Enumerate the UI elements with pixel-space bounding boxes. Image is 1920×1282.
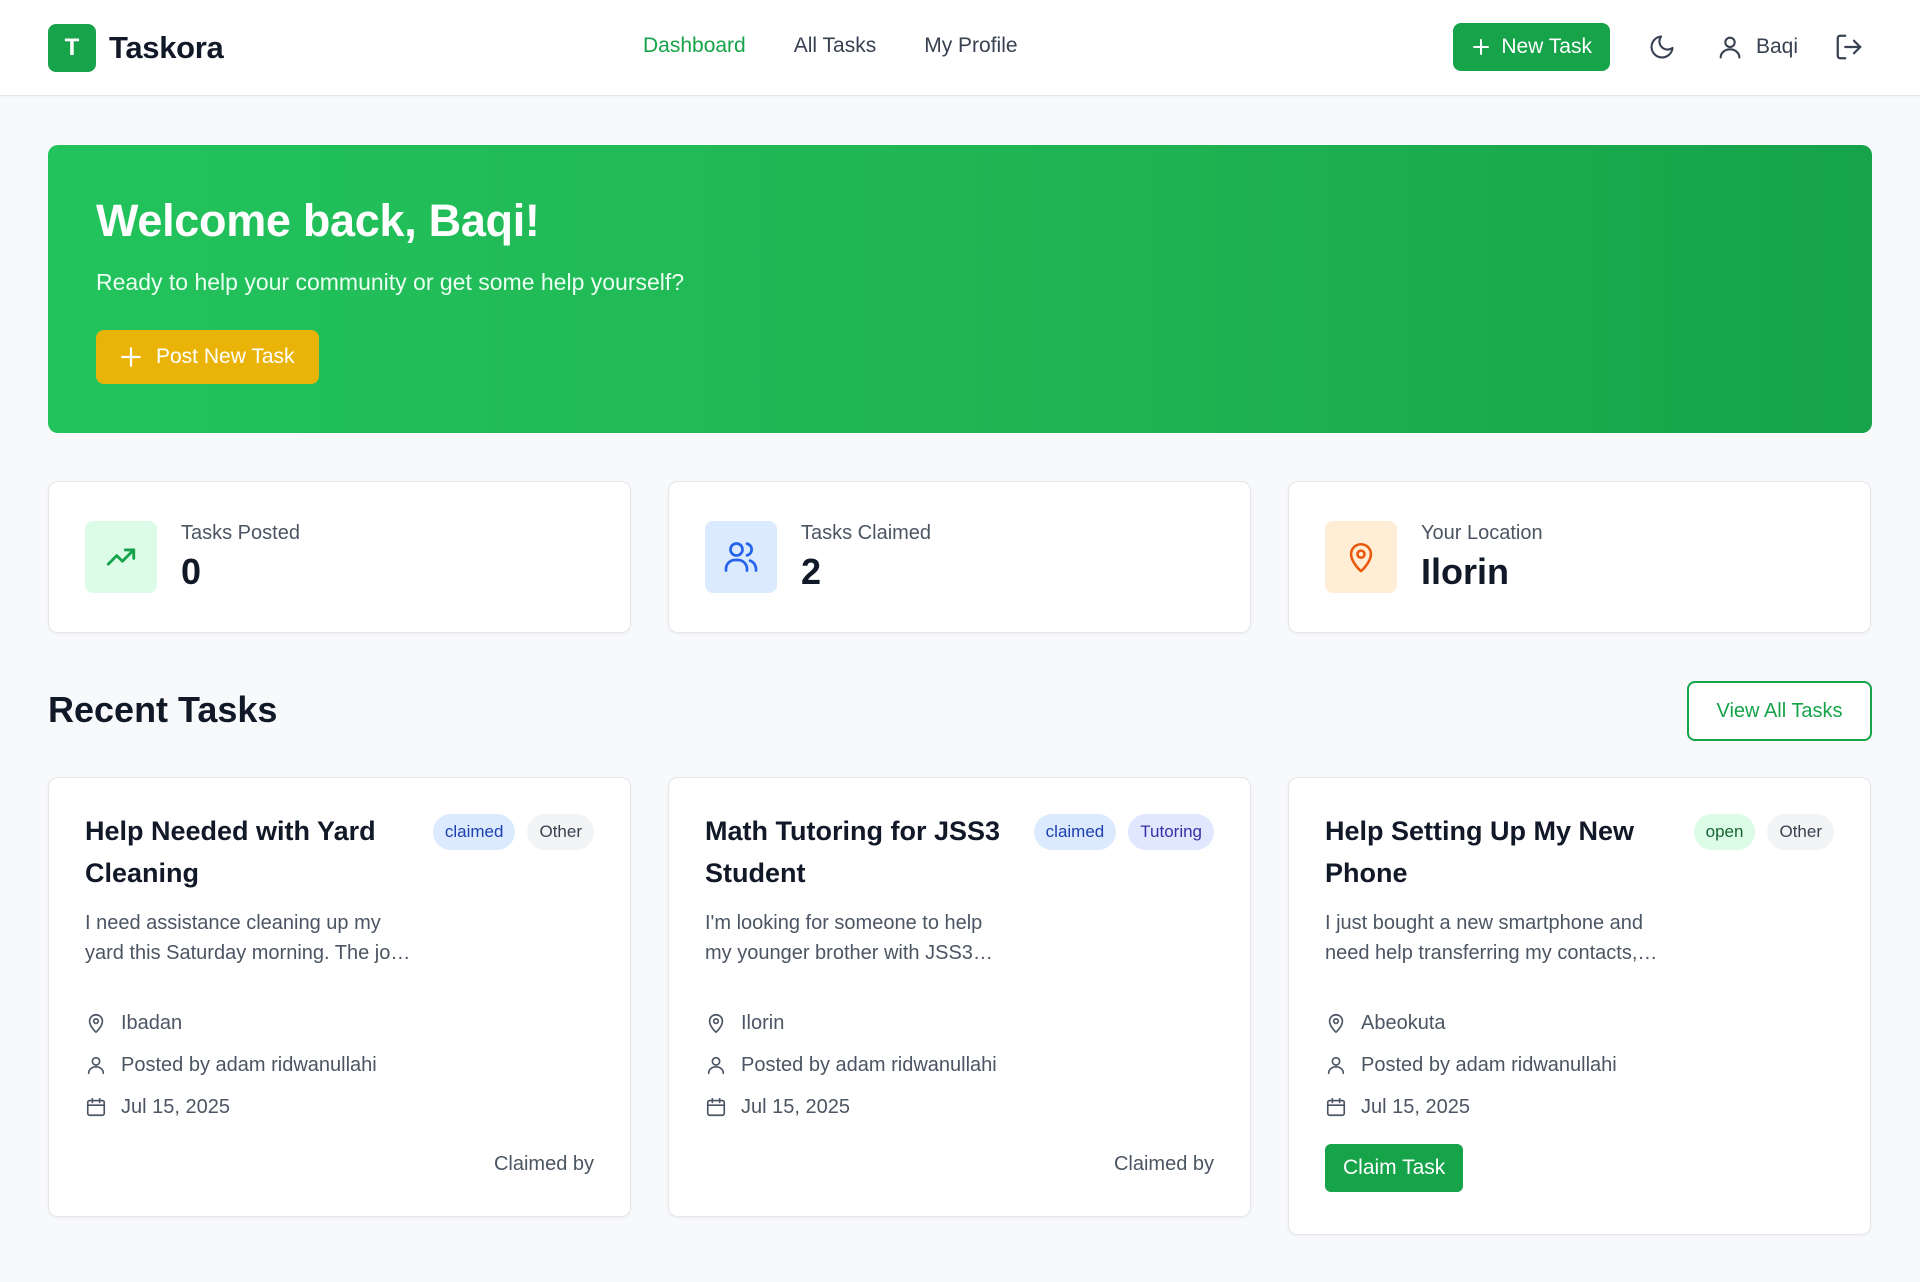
claimed-by-label: Claimed by bbox=[493, 1153, 594, 1175]
task-date-text: Jul 15, 2025 bbox=[121, 1095, 230, 1118]
map-pin-icon bbox=[1328, 1013, 1344, 1034]
nav-actions: New Task Baqi bbox=[1453, 23, 1864, 71]
recent-tasks-list: Help Needed with Yard Cleaning claimed O… bbox=[48, 777, 1871, 1235]
stat-card-location: Your Location Ilorin bbox=[1288, 481, 1871, 633]
view-all-tasks-button[interactable]: View All Tasks bbox=[1687, 681, 1872, 741]
task-description-line: I just bought a new smartphone and bbox=[1325, 912, 1643, 934]
map-pin-icon bbox=[88, 1013, 104, 1034]
theme-toggle-button[interactable] bbox=[1648, 33, 1676, 61]
user-icon bbox=[1719, 36, 1741, 59]
task-poster: Posted by adam ridwanullahi bbox=[705, 1050, 1214, 1080]
map-pin-icon bbox=[708, 1013, 724, 1034]
stat-label: Tasks Posted bbox=[181, 521, 300, 544]
task-date: Jul 15, 2025 bbox=[1325, 1092, 1834, 1122]
new-task-button[interactable]: New Task bbox=[1453, 23, 1610, 71]
stat-value: Ilorin bbox=[1421, 550, 1509, 592]
recent-tasks-title: Recent Tasks bbox=[48, 689, 278, 730]
task-description: I just bought a new smartphone and need … bbox=[1325, 908, 1685, 968]
plus-icon bbox=[121, 347, 141, 367]
task-title[interactable]: Help Needed with Yard Cleaning bbox=[85, 810, 415, 894]
moon-icon bbox=[1650, 35, 1674, 59]
nav-link-my-profile[interactable]: My Profile bbox=[924, 34, 1017, 58]
task-location-text: Ilorin bbox=[741, 1011, 785, 1034]
task-poster: Posted by adam ridwanullahi bbox=[1325, 1050, 1834, 1080]
calendar-icon bbox=[86, 1097, 106, 1117]
task-location: Ibadan bbox=[85, 1008, 594, 1038]
task-description-line: yard this Saturday morning. The jo… bbox=[85, 942, 411, 964]
task-date: Jul 15, 2025 bbox=[85, 1092, 594, 1122]
task-card[interactable]: Help Setting Up My New Phone open Other … bbox=[1288, 777, 1871, 1235]
calendar-icon bbox=[706, 1097, 726, 1117]
task-title[interactable]: Math Tutoring for JSS3 Student bbox=[705, 810, 1034, 894]
task-description-line: need help transferring my contacts,… bbox=[1325, 942, 1658, 964]
calendar-icon bbox=[1326, 1097, 1346, 1117]
task-description-line: I'm looking for someone to help bbox=[705, 912, 983, 934]
task-location-text: Ibadan bbox=[121, 1011, 183, 1034]
plus-icon bbox=[1473, 39, 1490, 55]
brand[interactable]: T Taskora bbox=[48, 24, 224, 72]
map-pin-icon bbox=[1325, 521, 1397, 593]
stat-label: Tasks Claimed bbox=[801, 521, 932, 544]
task-poster-text: Posted by adam ridwanullahi bbox=[741, 1053, 997, 1076]
logout-icon bbox=[1836, 34, 1862, 60]
welcome-banner: Welcome back, Baqi! Ready to help your c… bbox=[48, 145, 1872, 433]
task-description-line: my younger brother with JSS3… bbox=[705, 942, 993, 964]
stat-label: Your Location bbox=[1421, 521, 1543, 544]
task-card[interactable]: Help Needed with Yard Cleaning claimed O… bbox=[48, 777, 631, 1217]
users-icon bbox=[705, 521, 777, 593]
status-badge: claimed bbox=[432, 814, 516, 850]
new-task-label: New Task bbox=[1501, 35, 1592, 58]
category-badge: Tutoring bbox=[1128, 814, 1214, 850]
welcome-subtitle: Ready to help your community or get some… bbox=[96, 269, 685, 295]
claim-task-button[interactable]: Claim Task bbox=[1325, 1144, 1464, 1192]
category-badge: Other bbox=[527, 814, 594, 850]
claimed-by-label: Claimed by bbox=[1113, 1153, 1214, 1175]
task-description: I'm looking for someone to help my young… bbox=[705, 908, 1065, 968]
user-icon bbox=[87, 1056, 105, 1075]
task-poster-text: Posted by adam ridwanullahi bbox=[1361, 1053, 1617, 1076]
trending-up-icon bbox=[85, 521, 157, 593]
nav-link-all-tasks[interactable]: All Tasks bbox=[794, 34, 876, 58]
task-date-text: Jul 15, 2025 bbox=[741, 1095, 850, 1118]
task-date: Jul 15, 2025 bbox=[705, 1092, 1214, 1122]
brand-name: Taskora bbox=[109, 30, 224, 65]
task-poster-text: Posted by adam ridwanullahi bbox=[121, 1053, 377, 1076]
brand-logo: T bbox=[48, 24, 96, 72]
stat-value: 2 bbox=[801, 550, 822, 592]
task-location-text: Abeokuta bbox=[1361, 1011, 1446, 1034]
task-title[interactable]: Help Setting Up My New Phone bbox=[1325, 810, 1655, 894]
stat-card-tasks-claimed: Tasks Claimed 2 bbox=[668, 481, 1251, 633]
user-menu[interactable]: Baqi bbox=[1716, 33, 1798, 61]
task-description-line: I need assistance cleaning up my bbox=[85, 912, 381, 934]
task-poster: Posted by adam ridwanullahi bbox=[85, 1050, 594, 1080]
stats-row: Tasks Posted 0 Tasks Claimed 2 Your Loca… bbox=[48, 481, 1871, 633]
category-badge: Other bbox=[1767, 814, 1834, 850]
status-badge: claimed bbox=[1033, 814, 1117, 850]
welcome-title: Welcome back, Baqi! bbox=[96, 195, 540, 246]
user-icon bbox=[707, 1056, 725, 1075]
logout-button[interactable] bbox=[1834, 32, 1864, 62]
task-description: I need assistance cleaning up my yard th… bbox=[85, 908, 445, 968]
post-new-task-label: Post New Task bbox=[156, 345, 295, 368]
stat-value: 0 bbox=[181, 550, 202, 592]
user-icon bbox=[1327, 1056, 1345, 1075]
nav-links: Dashboard All Tasks My Profile bbox=[643, 34, 1018, 58]
post-new-task-button[interactable]: Post New Task bbox=[96, 330, 319, 384]
task-card[interactable]: Math Tutoring for JSS3 Student claimed T… bbox=[668, 777, 1251, 1217]
task-date-text: Jul 15, 2025 bbox=[1361, 1095, 1470, 1118]
task-location: Ilorin bbox=[705, 1008, 1214, 1038]
user-name: Baqi bbox=[1755, 35, 1798, 58]
stat-card-tasks-posted: Tasks Posted 0 bbox=[48, 481, 631, 633]
top-nav: T Taskora Dashboard All Tasks My Profile… bbox=[0, 0, 1920, 96]
status-badge: open bbox=[1693, 814, 1756, 850]
nav-link-dashboard[interactable]: Dashboard bbox=[643, 34, 746, 58]
task-location: Abeokuta bbox=[1325, 1008, 1834, 1038]
